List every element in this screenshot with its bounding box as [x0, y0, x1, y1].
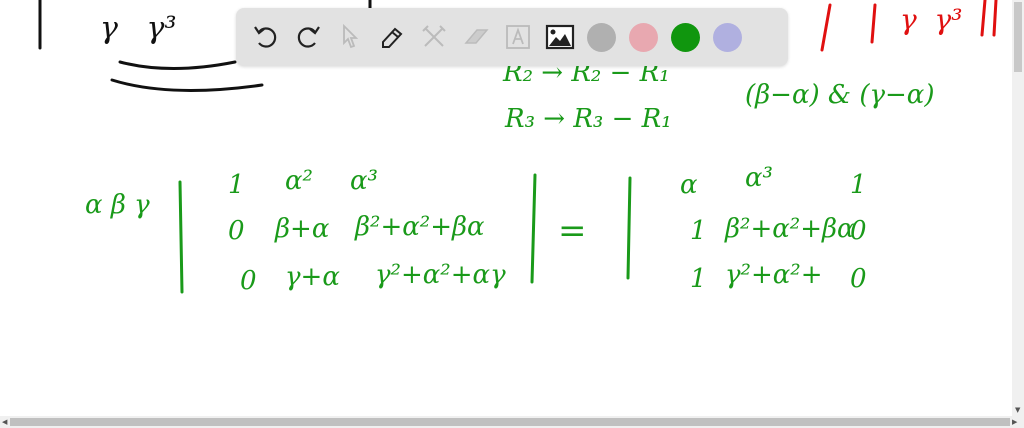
matrix1-bar-right	[530, 173, 537, 284]
image-tool-button[interactable]	[542, 20, 577, 55]
red-bar-left	[870, 3, 877, 44]
image-icon	[545, 24, 574, 50]
matrix2-cell: 1	[690, 216, 707, 246]
equals-sign: =	[558, 211, 587, 251]
red-bar-right	[992, 0, 998, 37]
matrix2-bar-left	[626, 176, 632, 280]
matrix1-cell: γ+α	[285, 262, 340, 292]
red-bar-right	[980, 0, 987, 37]
red-paren	[820, 3, 832, 52]
undo-icon	[253, 26, 276, 48]
matrix1-cell: β²+α²+βα	[355, 212, 485, 242]
matrix2-cell: β²+α²+βα	[725, 214, 855, 244]
prefactor-text: α β γ	[85, 190, 150, 220]
color-swatch-lavender[interactable]	[713, 22, 742, 52]
black-ink-text: γ γ³	[100, 11, 177, 46]
vertical-scrollbar[interactable]: ▼	[1012, 0, 1024, 416]
color-swatch-gray[interactable]	[587, 22, 616, 52]
color-swatch-green[interactable]	[671, 22, 700, 52]
scroll-down-arrow-icon[interactable]: ▼	[1015, 406, 1020, 414]
scroll-left-arrow-icon[interactable]: ◀	[2, 418, 7, 426]
underline-curve	[110, 78, 264, 92]
matrix2-cell: 0	[850, 264, 867, 294]
select-tool-button[interactable]	[332, 20, 367, 55]
pen-icon	[381, 27, 402, 48]
matrix2-cell: γ²+α²+	[725, 260, 823, 290]
undo-button[interactable]	[248, 20, 283, 55]
redo-icon	[297, 26, 320, 48]
matrix2-cell: 1	[850, 170, 867, 200]
color-swatch-pink[interactable]	[629, 22, 658, 52]
matrix1-cell: β+α	[275, 214, 330, 244]
matrix1-cell: 0	[228, 216, 245, 246]
row-operation-2: R₃ → R₃ − R₁	[505, 104, 672, 134]
underline-curve	[118, 60, 237, 70]
matrix1-cell: α²	[285, 166, 313, 196]
matrix2-cell: 1	[690, 264, 707, 294]
horizontal-scroll-thumb[interactable]	[10, 418, 1010, 426]
matrix1-bar-left	[178, 180, 184, 294]
eraser-tool-button[interactable]	[458, 20, 493, 55]
matrix1-cell: α³	[350, 166, 378, 196]
text-tool-button[interactable]	[500, 20, 535, 55]
vertical-scroll-thumb[interactable]	[1014, 2, 1022, 72]
select-icon	[342, 23, 358, 49]
scroll-right-arrow-icon[interactable]: ▶	[1012, 418, 1017, 426]
factors-text: (β−α) & (γ−α)	[745, 80, 935, 110]
matrix2-cell: α	[680, 170, 698, 200]
redo-button[interactable]	[290, 20, 325, 55]
matrix1-cell: 0	[240, 266, 257, 296]
red-ink-text: γ γ³	[900, 3, 963, 36]
matrix1-cell: 1	[228, 170, 245, 200]
pen-tool-button[interactable]	[374, 20, 409, 55]
matrix1-cell: γ²+α²+αγ	[375, 260, 506, 290]
matrix2-cell: 0	[850, 216, 867, 246]
tools-icon	[421, 25, 446, 47]
eraser-icon	[463, 29, 489, 44]
tools-button[interactable]	[416, 20, 451, 55]
text-icon	[505, 25, 530, 49]
horizontal-scrollbar[interactable]: ◀ ▶	[0, 416, 1024, 428]
drawing-toolbar	[236, 8, 788, 66]
matrix2-cell: α³	[745, 163, 773, 193]
